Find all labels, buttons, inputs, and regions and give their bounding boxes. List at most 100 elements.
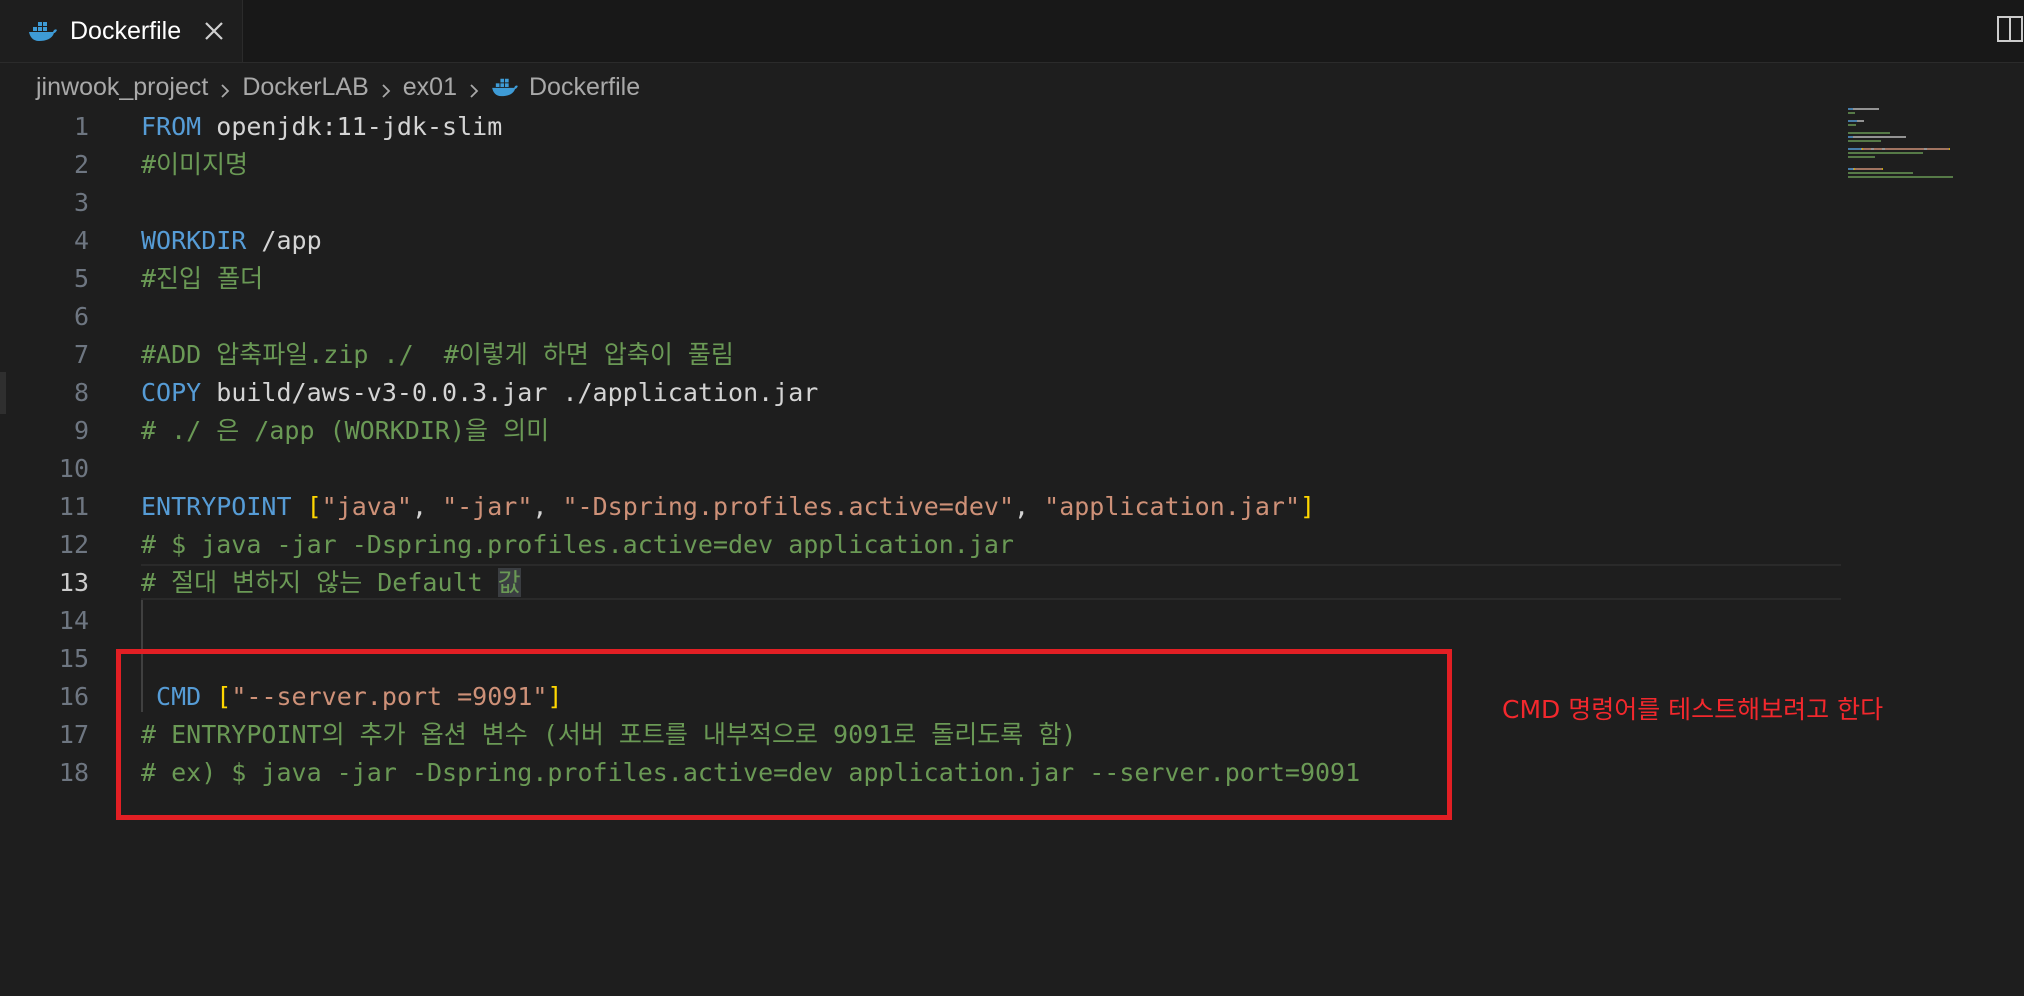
code-line[interactable]: 9 # ./ 은 /app (WORKDIR)을 의미 (0, 412, 1840, 450)
code-token: #진입 폴더 (141, 264, 264, 293)
code-line[interactable]: 14 (0, 602, 1840, 640)
code-token: # 절대 변하지 않는 Default (141, 568, 498, 597)
chevron-right-icon (216, 78, 234, 98)
code-token: /app (246, 226, 322, 255)
code-line[interactable]: 11 ENTRYPOINT ["java", "-jar", "-Dspring.… (0, 488, 1840, 526)
minimap-token (1885, 148, 1924, 150)
code-token: ENTRYPOINT (141, 492, 292, 521)
line-number: 3 (73, 188, 89, 217)
split-editor-icon[interactable] (1996, 14, 2024, 44)
code-token: openjdk:11-jdk-slim (201, 112, 503, 141)
code-token: # ./ 은 /app (WORKDIR)을 의미 (141, 416, 550, 445)
code-text: #진입 폴더 (141, 260, 263, 298)
line-number: 18 (58, 758, 89, 787)
code-line[interactable]: 2 #이미지명 (0, 146, 1840, 184)
docker-icon (491, 76, 519, 98)
minimap-token (1848, 132, 1890, 134)
code-text: # 절대 변하지 않는 Default 값 (141, 564, 521, 602)
code-token: , (411, 492, 443, 521)
minimap-token (1874, 148, 1882, 150)
minimap-token (1855, 168, 1882, 170)
chevron-right-icon (377, 78, 395, 98)
line-number: 17 (58, 720, 89, 749)
minimap-token (1949, 148, 1950, 150)
breadcrumb: jinwook_project DockerLAB ex01 Dockerfil… (36, 70, 640, 104)
breadcrumb-item-project[interactable]: jinwook_project (36, 73, 208, 102)
code-line[interactable]: 4 WORKDIR /app (0, 222, 1840, 260)
code-line[interactable]: 13 # 절대 변하지 않는 Default 값 (0, 564, 1841, 602)
minimap-token (1927, 148, 1949, 150)
code-text: # ./ 은 /app (WORKDIR)을 의미 (141, 412, 549, 450)
close-icon[interactable] (201, 18, 227, 44)
code-token: #ADD 압축파일.zip ./ #이렇게 하면 압축이 풀림 (141, 340, 734, 369)
code-line[interactable]: 12 # $ java -jar -Dspring.profiles.active… (0, 526, 1840, 564)
code-token: [ (306, 492, 322, 521)
minimap-token (1874, 156, 1875, 158)
code-text: WORKDIR /app (141, 222, 322, 260)
line-number: 10 (58, 454, 89, 483)
line-number: 16 (58, 682, 89, 711)
code-token: ] (1300, 492, 1316, 521)
minimap-token (1882, 168, 1883, 170)
breadcrumb-item-dockerfile[interactable]: Dockerfile (529, 73, 640, 102)
code-token: FROM (141, 112, 202, 141)
annotation-highlight-box (116, 649, 1452, 820)
code-text: #이미지명 (141, 146, 248, 184)
minimap[interactable] (1848, 108, 2018, 198)
minimap-token (1848, 120, 1857, 122)
minimap-token (1848, 172, 1913, 174)
minimap-token (1848, 176, 1953, 178)
code-line[interactable]: 6 (0, 298, 1840, 336)
line-number: 11 (58, 492, 89, 521)
code-token: 값 (497, 568, 521, 597)
breadcrumb-item-dockerlab[interactable]: DockerLAB (242, 73, 368, 102)
code-token: COPY (141, 378, 202, 407)
code-token: "-Dspring.profiles.active=dev" (562, 492, 1015, 521)
annotation-text: CMD 명령어를 테스트해보려고 한다 (1502, 695, 1884, 724)
code-token: build/aws-v3-0.0.3.jar ./application.jar (201, 378, 819, 407)
code-line[interactable]: 7 #ADD 압축파일.zip ./ #이렇게 하면 압축이 풀림 (0, 336, 1840, 374)
minimap-token (1863, 148, 1871, 150)
minimap-token (1848, 124, 1856, 126)
code-editor[interactable]: 1 FROM openjdk:11-jdk-slim 2 #이미지명 3 4 WORKDIR… (0, 108, 1841, 996)
tab-title: Dockerfile (70, 16, 182, 45)
line-number: 6 (73, 302, 89, 331)
tab-bar: Dockerfile (0, 0, 2024, 63)
code-token: "application.jar" (1044, 492, 1301, 521)
line-number: 4 (73, 226, 89, 255)
minimap-token (1848, 112, 1855, 114)
line-number: 14 (58, 606, 89, 635)
minimap-token (1848, 148, 1861, 150)
code-text: ENTRYPOINT ["java", "-jar", "-Dspring.pr… (141, 488, 1315, 526)
docker-icon (28, 19, 58, 43)
code-line[interactable]: 10 (0, 450, 1840, 488)
code-line[interactable]: 1 FROM openjdk:11-jdk-slim (0, 108, 1840, 146)
line-number: 15 (58, 644, 89, 673)
line-number: 7 (73, 340, 89, 369)
chevron-right-icon (465, 78, 483, 98)
code-token: , (1014, 492, 1045, 521)
code-line[interactable]: 8 COPY build/aws-v3-0.0.3.jar ./applicati… (0, 374, 1840, 412)
tab-dockerfile[interactable]: Dockerfile (0, 0, 243, 62)
code-token: "java" (321, 492, 412, 521)
line-number: 5 (73, 264, 89, 293)
code-text: # $ java -jar -Dspring.profiles.active=d… (141, 526, 1014, 564)
line-number: 1 (73, 112, 89, 141)
breadcrumb-item-ex01[interactable]: ex01 (403, 73, 457, 102)
minimap-token (1848, 152, 1923, 154)
line-number: 13 (58, 568, 89, 597)
line-number: 2 (73, 150, 89, 179)
code-token: # $ java -jar -Dspring.profiles.active=d… (141, 530, 1014, 559)
code-line[interactable]: 3 (0, 184, 1840, 222)
code-token: "-jar" (442, 492, 533, 521)
code-token: WORKDIR (141, 226, 247, 255)
code-text: #ADD 압축파일.zip ./ #이렇게 하면 압축이 풀림 (141, 336, 734, 374)
code-text: FROM openjdk:11-jdk-slim (141, 108, 502, 146)
minimap-token (1857, 120, 1864, 122)
line-number: 12 (58, 530, 89, 559)
minimap-token (1853, 108, 1879, 110)
line-number: 8 (73, 378, 89, 407)
minimap-token (1848, 156, 1874, 158)
code-line[interactable]: 5 #진입 폴더 (0, 260, 1840, 298)
line-number: 9 (73, 416, 89, 445)
